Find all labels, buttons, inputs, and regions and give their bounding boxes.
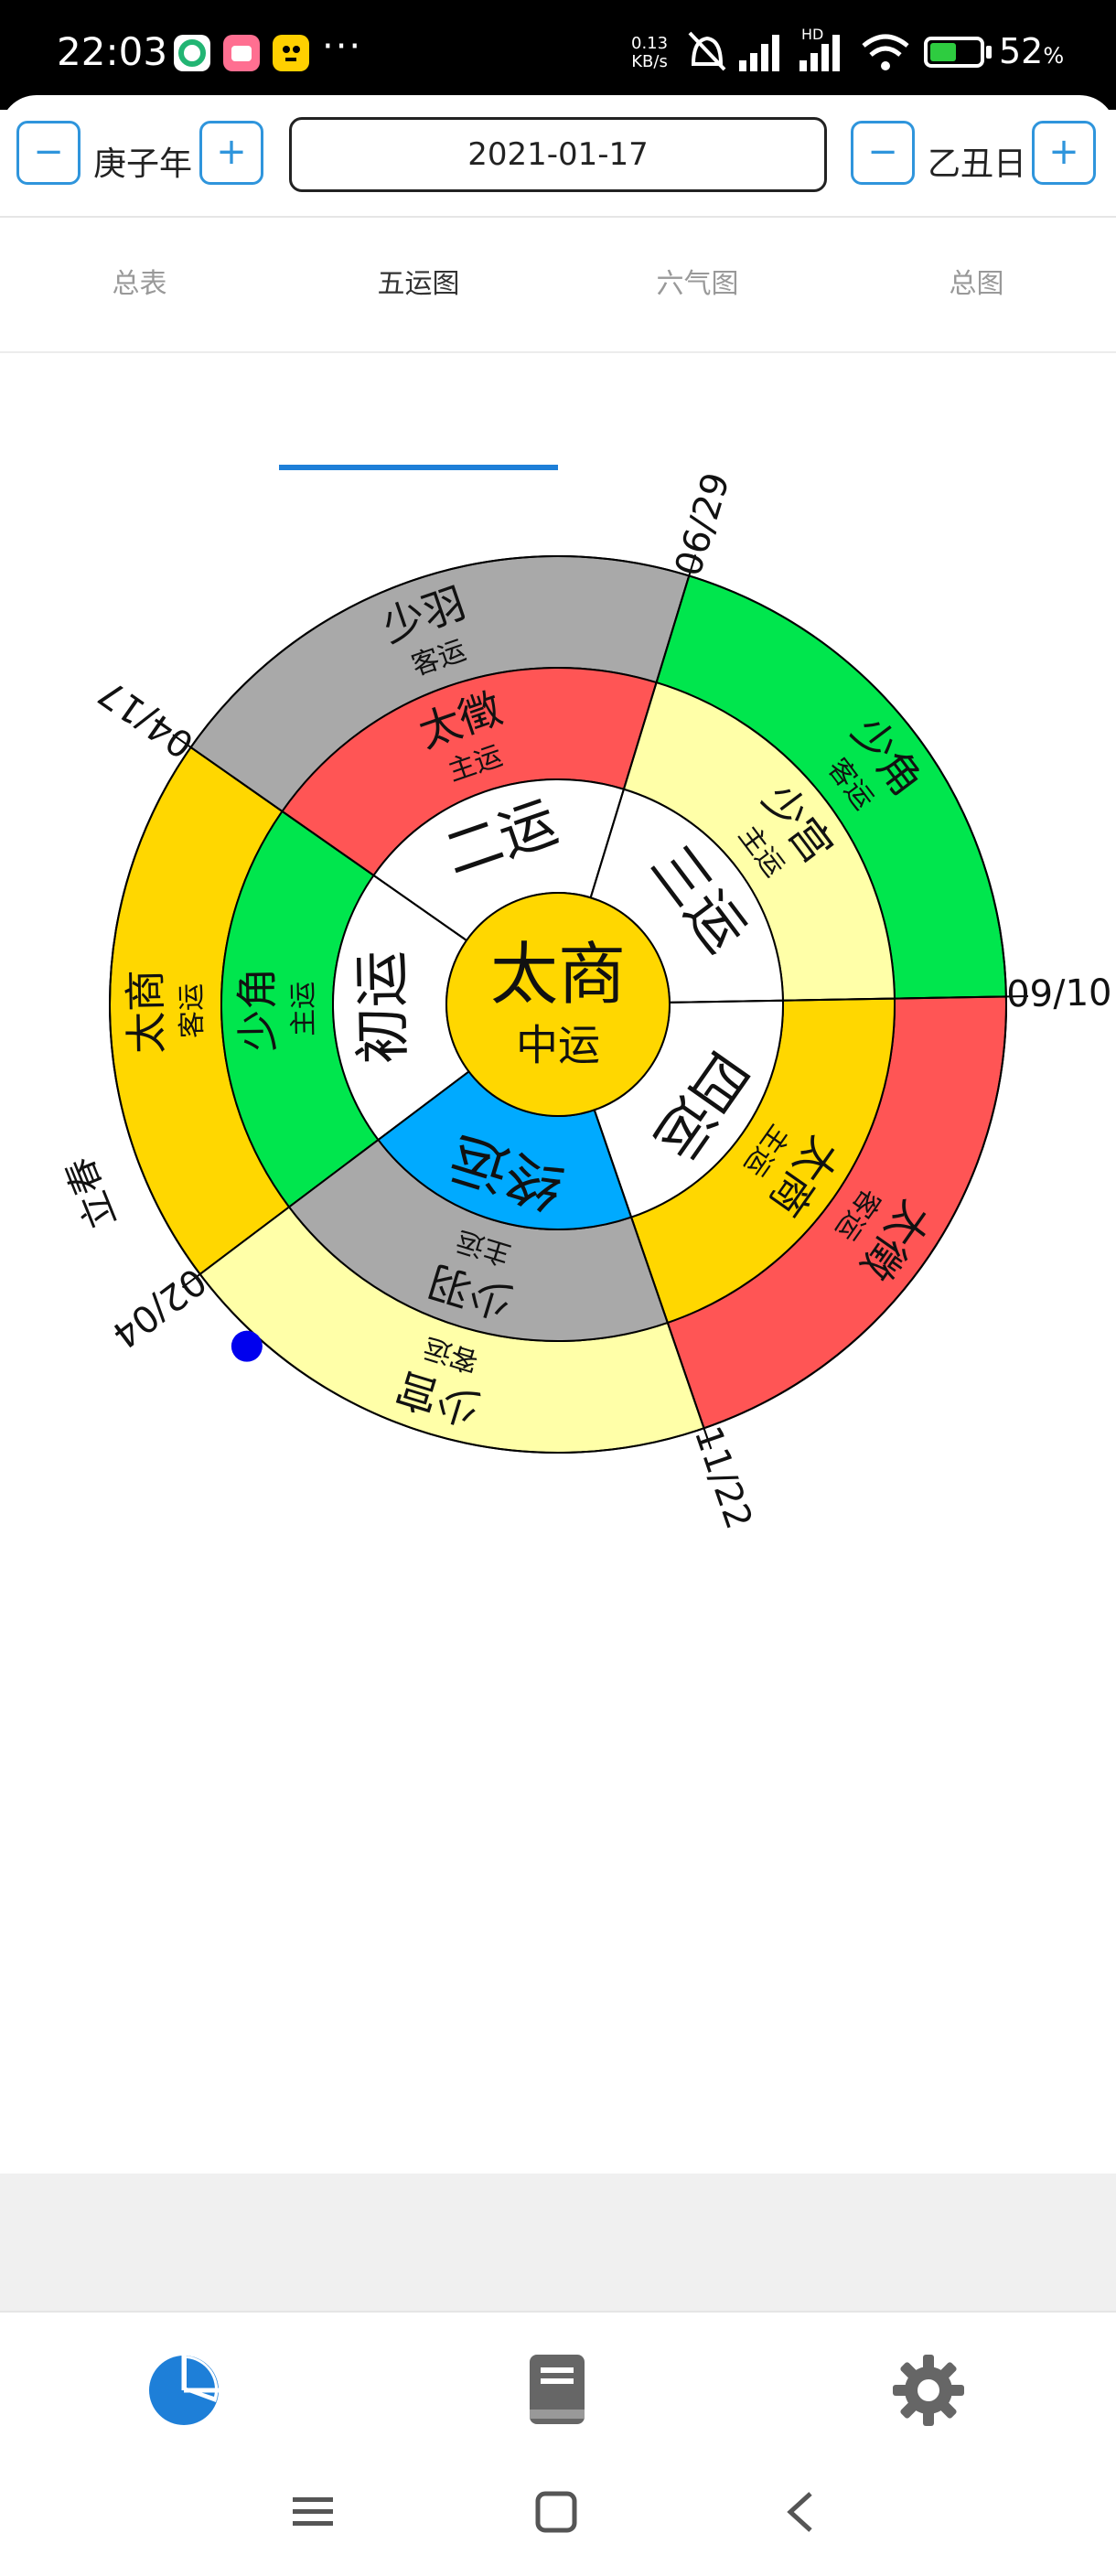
boundary-date-label: 09/10 xyxy=(1006,971,1112,1015)
tab-bar: 总表 五运图 六气图 总图 xyxy=(0,218,1116,470)
bird-notification-icon xyxy=(273,35,309,71)
status-bar: 22:03 ··· 0.13 KB/s HD 52% xyxy=(0,0,1116,110)
footer-spacer xyxy=(0,2174,1116,2311)
year-increment-button[interactable]: + xyxy=(199,121,263,185)
date-controls: − 庚子年 + 2021-01-17 − 乙丑日 + xyxy=(0,95,1116,214)
back-icon[interactable] xyxy=(779,2490,823,2534)
boundary-date-label: 11/22 xyxy=(686,1422,760,1535)
boundary-date-label: 02/04 xyxy=(104,1259,214,1356)
solar-term-label: 立春 xyxy=(59,1151,125,1234)
battery-percent: 52% xyxy=(999,31,1065,71)
signal-icon xyxy=(739,35,779,71)
guest-movement-label: 太商 xyxy=(121,969,172,1054)
guest-movement-sublabel: 客运 xyxy=(176,983,209,1039)
bottom-navigation xyxy=(0,2311,1116,2468)
five-movements-chart: 太商 客运 少角 主运 初运02/04少羽客运太徵主运二运04/17 少角客运少宫主运三运… xyxy=(59,468,1112,1535)
wifi-icon xyxy=(862,34,909,70)
center-movement-label: 太商 xyxy=(490,936,626,1014)
center-movement-sublabel: 中运 xyxy=(516,1021,600,1070)
boundary-date-label: 04/17 xyxy=(91,671,202,766)
boundary-date-label: 06/29 xyxy=(667,468,738,582)
app-container: − 庚子年 + 2021-01-17 − 乙丑日 + 总表 五运图 六气图 总图… xyxy=(0,95,1116,2576)
home-icon[interactable] xyxy=(534,2490,578,2534)
tv-notification-icon xyxy=(223,35,260,71)
alarm-off-icon xyxy=(688,31,726,71)
signal-2-icon xyxy=(799,35,840,71)
system-navigation-bar xyxy=(0,2466,1116,2576)
network-speed: 0.13 KB/s xyxy=(631,34,669,71)
main-movement-label: 少角 xyxy=(232,967,284,1052)
battery-icon xyxy=(924,37,984,68)
menu-icon[interactable] xyxy=(291,2490,335,2534)
nav-settings-gear-icon[interactable] xyxy=(887,2349,970,2431)
day-increment-button[interactable]: + xyxy=(1032,121,1096,185)
current-date-marker xyxy=(231,1330,263,1362)
more-notifications-icon: ··· xyxy=(322,26,363,68)
day-decrement-button[interactable]: − xyxy=(851,121,915,185)
app-notification-icon xyxy=(174,35,210,71)
nav-chart-icon[interactable] xyxy=(143,2349,225,2431)
movement-step-label: 初运 xyxy=(348,950,416,1065)
year-decrement-button[interactable]: − xyxy=(16,121,80,185)
tab-overview[interactable]: 总图 xyxy=(837,218,1116,351)
date-field[interactable]: 2021-01-17 xyxy=(289,117,827,192)
status-time: 22:03 xyxy=(57,29,168,74)
tab-summary-table[interactable]: 总表 xyxy=(0,218,279,351)
nav-book-icon[interactable] xyxy=(517,2349,599,2431)
year-label: 庚子年 xyxy=(93,145,193,183)
day-label: 乙丑日 xyxy=(928,145,1027,183)
main-movement-sublabel: 主运 xyxy=(287,982,320,1037)
tab-six-qi[interactable]: 六气图 xyxy=(558,218,837,351)
tab-five-movements[interactable]: 五运图 xyxy=(279,218,558,351)
